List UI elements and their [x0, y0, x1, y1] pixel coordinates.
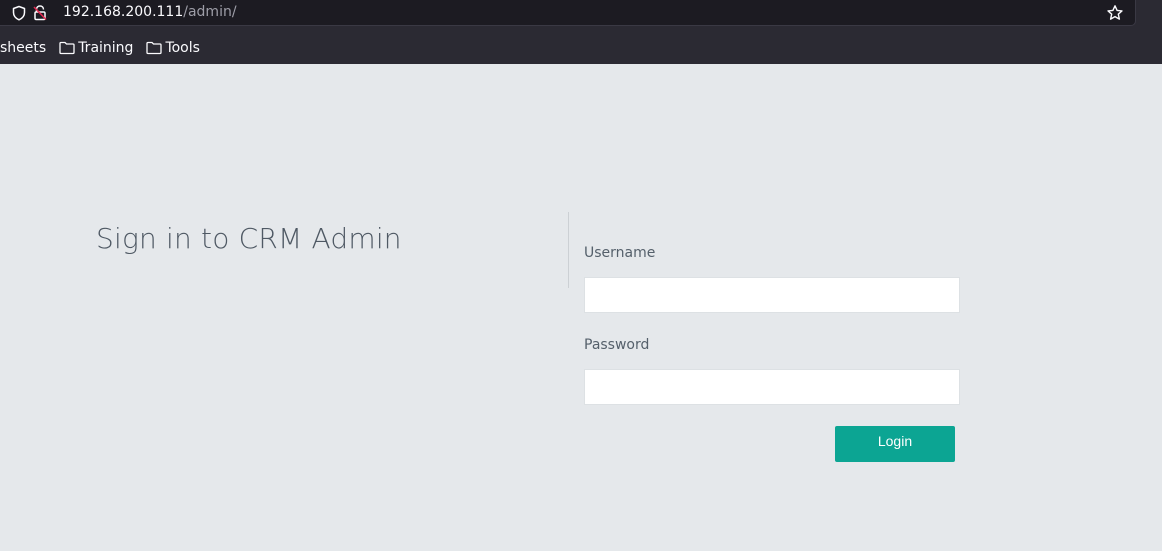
password-input[interactable] — [584, 369, 960, 405]
username-label: Username — [584, 245, 656, 261]
username-input[interactable] — [584, 277, 960, 313]
login-button[interactable]: Login — [835, 426, 955, 462]
folder-icon — [59, 41, 75, 55]
url-text[interactable]: 192.168.200.111/admin/ — [63, 3, 237, 21]
folder-icon — [146, 41, 163, 55]
bookmark-label: Tools — [165, 40, 200, 56]
bookmark-label: Training — [78, 40, 134, 56]
shield-icon[interactable] — [11, 5, 27, 21]
bookmark-star-icon[interactable] — [1106, 4, 1124, 22]
vertical-divider — [568, 212, 569, 288]
bookmark-label: sheets — [0, 40, 47, 56]
url-host: 192.168.200.111 — [63, 4, 184, 20]
password-label: Password — [584, 337, 650, 353]
bookmarks-bar: sheets Training Tools — [0, 37, 213, 59]
insecure-lock-icon[interactable] — [32, 4, 48, 21]
bookmark-tools[interactable]: Tools — [146, 40, 200, 56]
address-bar[interactable]: 192.168.200.111/admin/ — [0, 0, 1136, 26]
url-path: /admin/ — [183, 4, 237, 20]
browser-toolbar: 192.168.200.111/admin/ sheets Training T… — [0, 0, 1162, 64]
bookmark-sheets[interactable]: sheets — [0, 40, 46, 56]
bookmark-training[interactable]: Training — [59, 40, 133, 56]
page-title: Sign in to CRM Admin — [96, 222, 402, 255]
